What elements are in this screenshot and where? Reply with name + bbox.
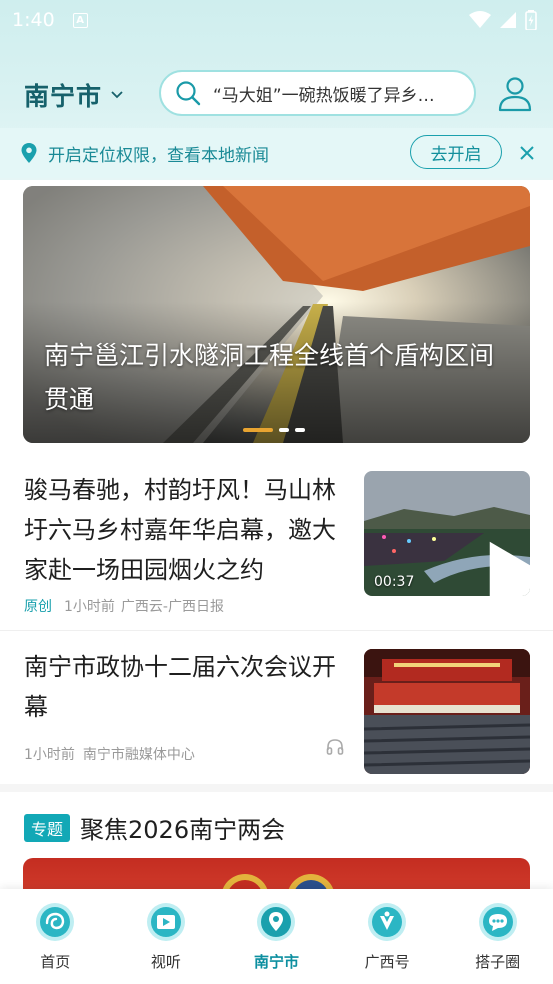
guangxi-flower-icon [368, 903, 407, 941]
nav-label: 搭子圈 [475, 953, 521, 971]
user-profile-icon[interactable] [498, 76, 532, 112]
pagination-dot [295, 428, 305, 432]
wifi-icon [469, 11, 491, 28]
status-bar: 1:40 A [0, 0, 553, 40]
topic-title: 聚焦2026南宁两会 [80, 816, 286, 844]
city-name: 南宁市 [24, 82, 103, 111]
chevron-down-icon [111, 91, 123, 99]
news-source: 南宁市融媒体中心 [82, 747, 195, 763]
section-gap [0, 784, 553, 792]
home-swirl-icon [36, 903, 75, 941]
location-permission-bar: 开启定位权限，查看本地新闻 去开启 [0, 128, 553, 178]
news-title: 南宁市政协十二届六次会议开幕 [24, 653, 336, 721]
news-meta: 原创 1小时前 广西云-广西日报 [24, 596, 224, 616]
headline-banner[interactable]: 南宁邕江引水隧洞工程全线首个盾构区间贯通 [23, 186, 530, 443]
pagination-dot-active [243, 428, 273, 432]
location-prompt-text: 开启定位权限，查看本地新闻 [48, 145, 269, 166]
banner-pagination [243, 428, 305, 432]
video-thumbnail[interactable]: 00:37 [364, 471, 530, 596]
topic-header[interactable]: 专题 聚焦2026南宁两会 [24, 810, 285, 845]
nav-label: 南宁市 [253, 953, 299, 971]
news-item[interactable]: 南宁市政协十二届六次会议开幕 1小时前 南宁市融媒体中心 [0, 644, 553, 784]
news-meta: 1小时前 南宁市融媒体中心 [24, 744, 195, 764]
video-film-icon [146, 903, 185, 941]
bottom-navigation: 首页 视听 南宁市 广西号 搭子圈 [0, 889, 553, 984]
video-duration: 00:37 [374, 574, 415, 590]
city-selector[interactable]: 南宁市 [24, 77, 124, 113]
conference-photo [364, 649, 530, 774]
nav-label: 广西号 [364, 953, 410, 971]
news-source: 广西云-广西日报 [120, 599, 224, 615]
original-tag: 原创 [24, 599, 52, 615]
news-title: 骏马春驰，村韵圩风！马山林圩六马乡村嘉年华启幕，邀大家赴一场田园烟火之约 [24, 476, 336, 584]
nav-label: 视听 [150, 953, 181, 971]
play-icon [489, 541, 530, 596]
pagination-dot [279, 428, 289, 432]
enable-location-button[interactable]: 去开启 [410, 135, 502, 169]
search-placeholder: “马大姐”一碗热饭暖了异乡… [213, 85, 435, 106]
chat-bubble-icon [478, 903, 517, 941]
close-icon[interactable] [519, 145, 535, 161]
news-item[interactable]: 骏马春驰，村韵圩风！马山林圩六马乡村嘉年华启幕，邀大家赴一场田园烟火之约 原创 … [0, 466, 553, 630]
nav-home[interactable]: 首页 [0, 889, 111, 984]
headphone-icon[interactable] [326, 738, 344, 756]
battery-icon [525, 10, 537, 30]
news-time: 1小时前 [64, 599, 115, 615]
notification-a-icon: A [72, 12, 88, 28]
location-pin-icon [257, 903, 296, 941]
news-time: 1小时前 [24, 747, 75, 763]
news-thumbnail[interactable] [364, 649, 530, 774]
nav-nanning[interactable]: 南宁市 [221, 889, 332, 984]
signal-icon [500, 12, 516, 28]
status-time: 1:40 [12, 9, 55, 31]
search-icon [176, 81, 201, 106]
top-row: 南宁市 “马大姐”一碗热饭暖了异乡… [0, 68, 553, 122]
location-pin-icon [21, 143, 37, 163]
topic-badge: 专题 [24, 813, 71, 842]
divider [0, 630, 553, 631]
banner-title: 南宁邕江引水隧洞工程全线首个盾构区间贯通 [44, 341, 495, 414]
nav-video[interactable]: 视听 [111, 889, 222, 984]
nav-guangxi[interactable]: 广西号 [332, 889, 443, 984]
nav-circle[interactable]: 搭子圈 [442, 889, 553, 984]
nav-label: 首页 [40, 953, 71, 971]
search-input[interactable]: “马大姐”一碗热饭暖了异乡… [159, 70, 476, 116]
